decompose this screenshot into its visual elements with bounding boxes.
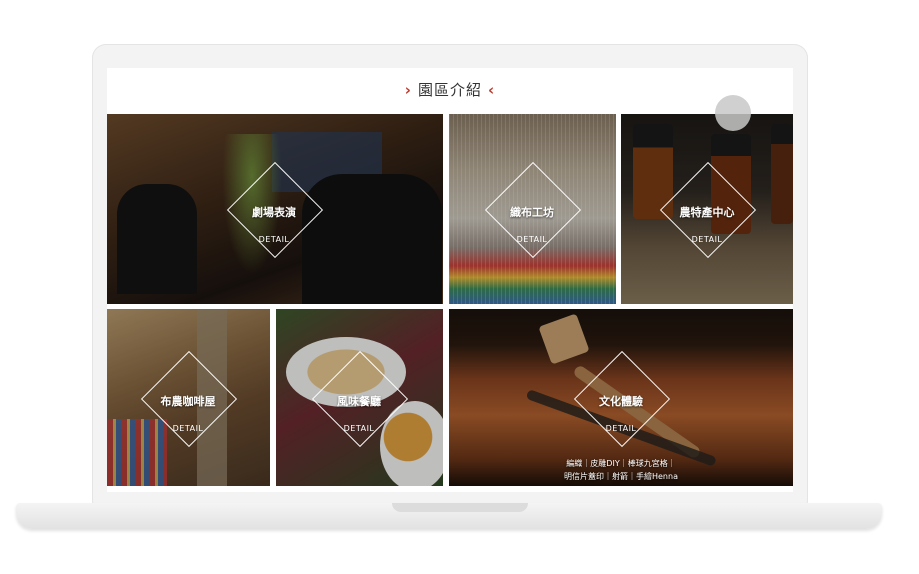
detail-link[interactable]: DETAIL (677, 235, 737, 244)
tile-restaurant[interactable]: 風味餐廳 DETAIL (276, 309, 443, 486)
tile-weaving[interactable]: 織布工坊 DETAIL (449, 114, 616, 304)
laptop-notch (392, 503, 528, 512)
activity-list-line-1: 編織｜皮雕DIY｜棒球九宮格｜ (566, 459, 676, 468)
detail-link[interactable]: DETAIL (158, 424, 218, 433)
tile-title: 風味餐廳 (337, 395, 381, 408)
section-title: › 園區介紹 ‹ (107, 78, 793, 102)
tile-produce-center[interactable]: 農特產中心 DETAIL (621, 114, 793, 304)
section-title-text: 園區介紹 (417, 81, 482, 99)
tile-title: 農特產中心 (679, 206, 735, 219)
chevron-left-icon: ‹ (488, 81, 496, 99)
tile-title: 織布工坊 (510, 206, 554, 219)
detail-link[interactable]: DETAIL (329, 424, 389, 433)
activity-list-line-2: 明信片蓋印｜射箭｜手繪Henna (564, 472, 678, 481)
mouse-cursor-indicator (715, 95, 751, 131)
detail-link[interactable]: DETAIL (502, 235, 562, 244)
tile-title: 劇場表演 (252, 206, 296, 219)
detail-link[interactable]: DETAIL (244, 235, 304, 244)
tile-title: 布農咖啡屋 (160, 395, 216, 408)
chevron-right-icon: › (404, 81, 412, 99)
tile-culture-experience[interactable]: 文化體驗 DETAIL 編織｜皮雕DIY｜棒球九宮格｜ 明信片蓋印｜射箭｜手繪H… (449, 309, 793, 486)
tile-title: 文化體驗 (599, 395, 643, 408)
detail-link[interactable]: DETAIL (591, 424, 651, 433)
screen: › 園區介紹 ‹ 劇場表演 DETAIL 織布工坊 DETAIL 農特產中心 DET… (107, 68, 793, 492)
tile-theater[interactable]: 劇場表演 DETAIL (107, 114, 443, 304)
tile-coffee-house[interactable]: 布農咖啡屋 DETAIL (107, 309, 270, 486)
